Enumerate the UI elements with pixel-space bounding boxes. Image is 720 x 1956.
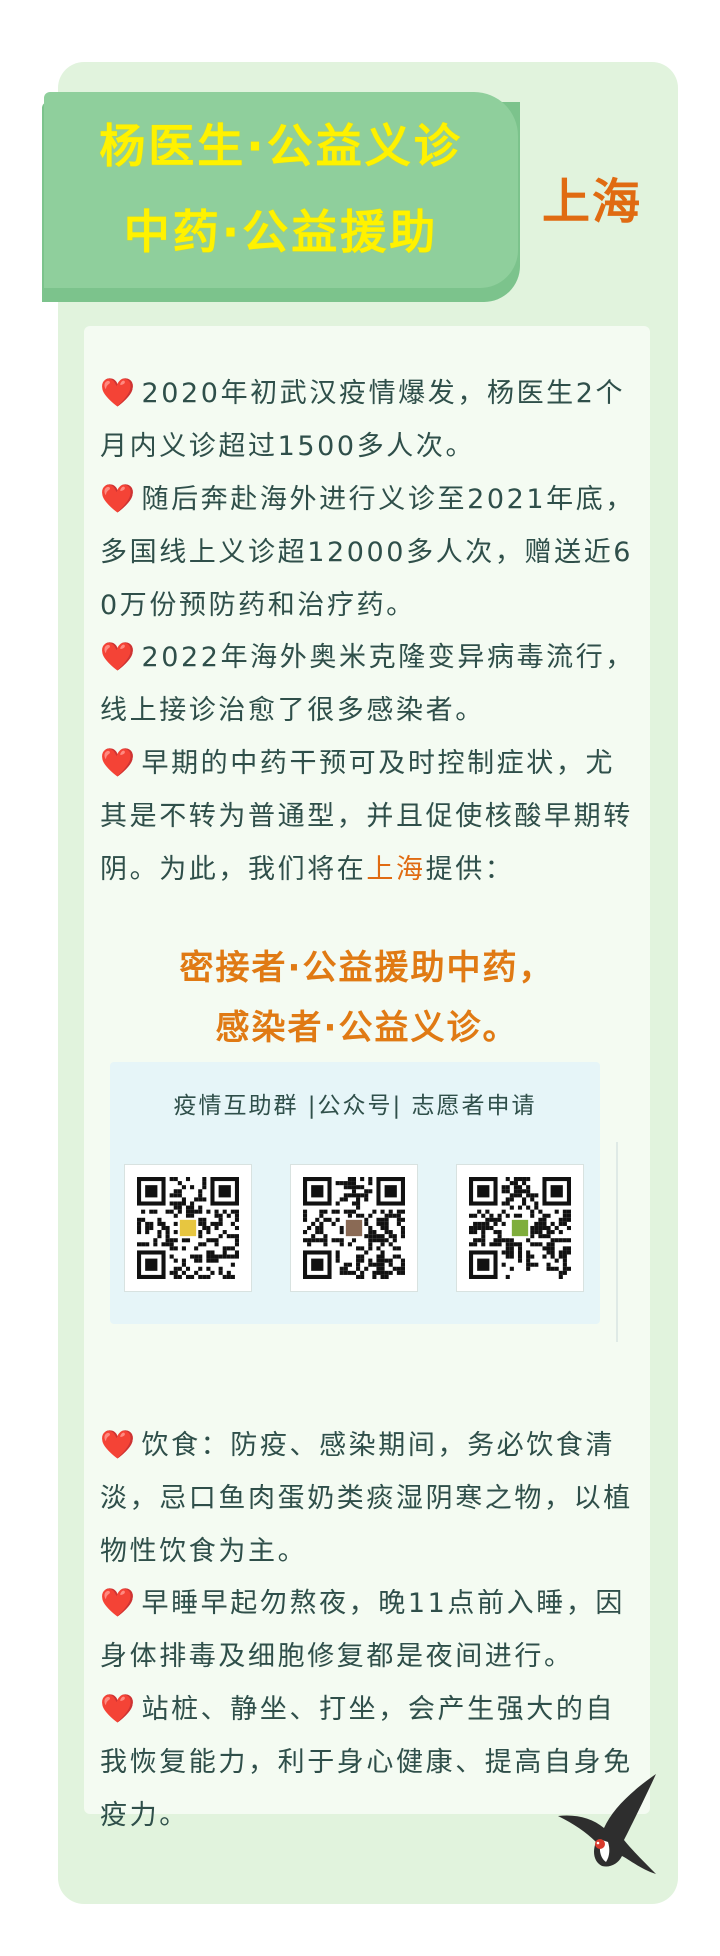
divider-line: [616, 1142, 618, 1342]
heart-icon: ❤️: [100, 640, 138, 673]
heart-icon: ❤️: [100, 1586, 138, 1619]
intro-text-3: 2022年海外奥米克隆变异病毒流行，线上接诊治愈了很多感染者。: [100, 642, 635, 726]
qr-code-icon: [137, 1177, 239, 1279]
tip-paragraph-1: ❤️ 饮食：防疫、感染期间，务必饮食清淡，忌口鱼肉蛋奶类痰湿阴寒之物，以植物性饮食…: [100, 1418, 640, 1578]
qr-caption: 疫情互助群 |公众号| 志愿者申请: [173, 1093, 537, 1119]
heart-icon: ❤️: [100, 1692, 138, 1725]
qr-code-volunteer-application[interactable]: [456, 1164, 584, 1292]
banner-title-line1: 杨医生·公益义诊: [99, 119, 463, 173]
slogan-line2: 感染者·公益义诊。: [215, 1008, 519, 1048]
tip-text-2: 早睡早起勿熬夜，晚11点前入睡，因身体排毒及细胞修复都是夜间进行。: [100, 1588, 626, 1672]
intro-text-1: 2020年初武汉疫情爆发，杨医生2个月内义诊超过1500多人次。: [100, 378, 626, 462]
intro-paragraph-3: ❤️ 2022年海外奥米克隆变异病毒流行，线上接诊治愈了很多感染者。: [100, 630, 640, 737]
heart-icon: ❤️: [100, 746, 138, 779]
qr-code-icon: [303, 1177, 405, 1279]
tip-paragraph-2: ❤️ 早睡早起勿熬夜，晚11点前入睡，因身体排毒及细胞修复都是夜间进行。: [100, 1576, 640, 1683]
intro-paragraph-1: ❤️ 2020年初武汉疫情爆发，杨医生2个月内义诊超过1500多人次。: [100, 366, 640, 473]
highlight-city: 上海: [366, 854, 426, 885]
heart-icon: ❤️: [100, 1428, 138, 1461]
title-banner: 杨医生·公益义诊 中药·公益援助: [44, 92, 518, 288]
intro-text-4b: 提供：: [425, 854, 515, 885]
swallow-icon: [558, 1774, 656, 1874]
heart-icon: ❤️: [100, 482, 138, 515]
qr-code-official-account[interactable]: [290, 1164, 418, 1292]
tip-text-1: 饮食：防疫、感染期间，务必饮食清淡，忌口鱼肉蛋奶类痰湿阴寒之物，以植物性饮食为主…: [100, 1430, 633, 1567]
intro-paragraph-4: ❤️ 早期的中药干预可及时控制症状，尤其是不转为普通型，并且促使核酸早期转阴。为此…: [100, 736, 640, 896]
banner-title-line2: 中药·公益援助: [123, 205, 439, 259]
qr-code-mutual-aid-group[interactable]: [124, 1164, 252, 1292]
qr-code-panel: 疫情互助群 |公众号| 志愿者申请: [110, 1062, 600, 1324]
intro-paragraph-2: ❤️ 随后奔赴海外进行义诊至2021年底，多国线上义诊超12000多人次，赠送近6…: [100, 472, 640, 632]
slogan-line1: 密接者·公益援助中药，: [179, 948, 555, 988]
intro-text-2: 随后奔赴海外进行义诊至2021年底，多国线上义诊超12000多人次，赠送近60万…: [100, 484, 635, 621]
city-label: 上海: [541, 174, 642, 230]
qr-code-icon: [469, 1177, 571, 1279]
heart-icon: ❤️: [100, 376, 138, 409]
